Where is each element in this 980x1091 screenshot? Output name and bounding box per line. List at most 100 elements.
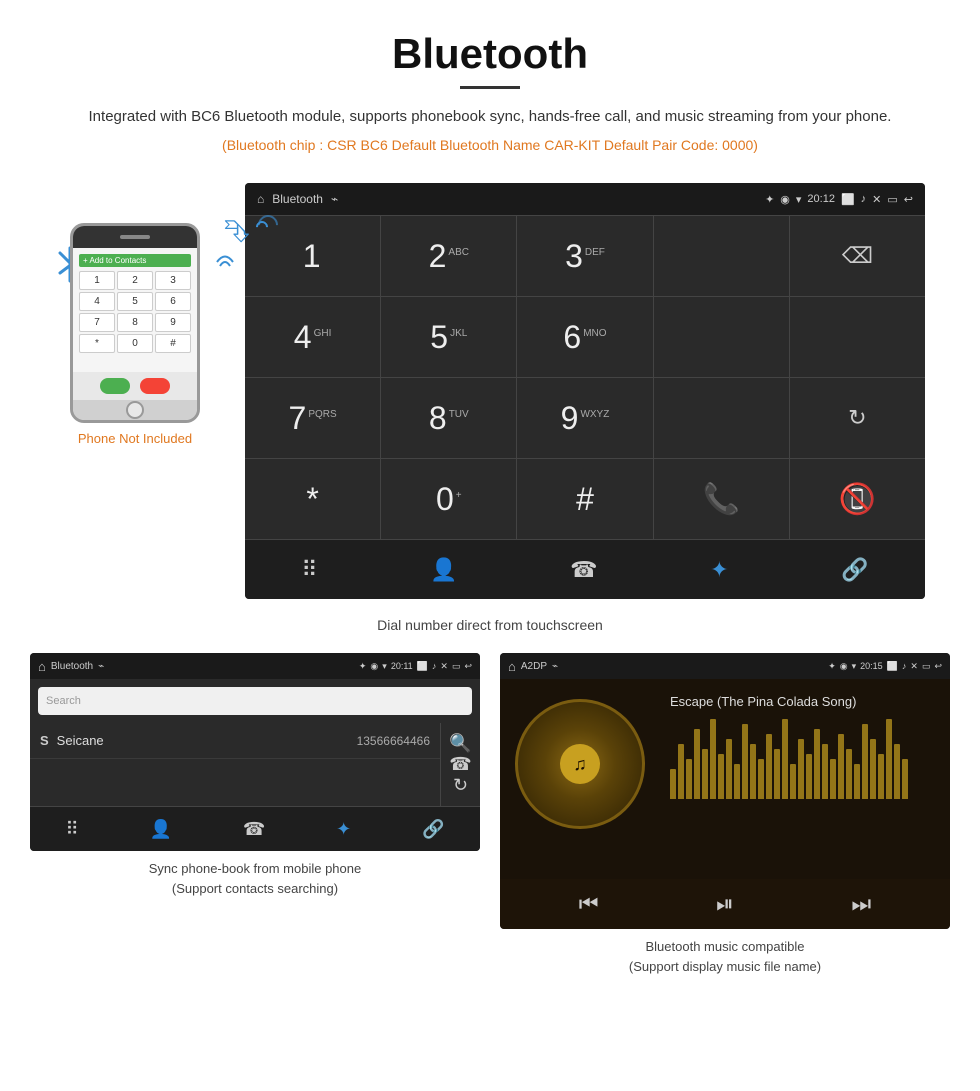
contact-list: S Seicane 13566664466 — [30, 723, 440, 806]
call-icon[interactable]: ☎ — [449, 754, 471, 775]
pb-back[interactable]: ↩ — [464, 661, 472, 672]
album-art: ♫ — [515, 699, 645, 829]
phone-end-btn[interactable] — [140, 378, 170, 394]
pb-home-icon[interactable]: ⌂ — [38, 659, 46, 674]
dial-key-0[interactable]: 0+ — [381, 459, 516, 539]
contacts-icon[interactable]: 👤 — [430, 557, 457, 583]
dial-backspace[interactable]: ⌫ — [790, 216, 925, 296]
bluetooth-icon: ⮷ — [224, 213, 250, 251]
dial-key-2[interactable]: 2ABC — [381, 216, 516, 296]
pb-loc-icon: ◉ — [370, 661, 378, 672]
music-title: A2DP — [521, 661, 547, 672]
phone-home — [73, 400, 197, 420]
pb-vol[interactable]: ♪ — [432, 661, 437, 671]
pb-x[interactable]: ✕ — [440, 661, 448, 672]
song-title: Escape (The Pina Colada Song) — [670, 694, 940, 709]
dial-refresh[interactable]: ↻ — [790, 378, 925, 458]
dial-screen: ⌂ Bluetooth ⌁ ✦ ◉ ▾ 20:12 ⬜ ♪ ✕ ▭ ↩ — [245, 183, 925, 599]
wifi-waves — [205, 248, 240, 288]
music-controls: ⏮ ⏯ ⏭ — [500, 879, 950, 929]
phone-not-included-label: Phone Not Included — [78, 431, 192, 446]
subtitle: Integrated with BC6 Bluetooth module, su… — [0, 105, 980, 129]
main-content: ⮷ — [0, 183, 980, 986]
phone-call-btn[interactable] — [100, 378, 130, 394]
bluetooth-icon-bar[interactable]: ✦ — [710, 557, 728, 583]
pb-link-icon[interactable]: 🔗 — [422, 819, 444, 840]
dial-key-6[interactable]: 6MNO — [517, 297, 652, 377]
dial-key-7[interactable]: 7PQRS — [245, 378, 380, 458]
link-icon[interactable]: 🔗 — [841, 557, 868, 583]
pb-statusbar-left: ⌂ Bluetooth ⌁ — [38, 659, 104, 674]
phone-bottom — [73, 372, 197, 400]
dial-grid: 1 2ABC 3DEF ⌫ 4GHI 5JKL — [245, 215, 925, 539]
music-visualizer — [670, 719, 940, 799]
album-art-inner: ♫ — [560, 744, 600, 784]
contact-item[interactable]: S Seicane 13566664466 — [30, 723, 440, 759]
phone-home-btn[interactable] — [126, 401, 144, 419]
phone-screen: + Add to Contacts 123 456 789 *0# — [73, 248, 197, 372]
signal-icon: ▾ — [796, 193, 802, 206]
pb-cam[interactable]: ⬜ — [417, 661, 428, 672]
music-loc: ◉ — [840, 661, 848, 672]
next-track-btn[interactable]: ⏭ — [851, 891, 871, 917]
music-back[interactable]: ↩ — [934, 661, 942, 672]
dial-key-8[interactable]: 8TUV — [381, 378, 516, 458]
prev-track-btn[interactable]: ⏮ — [579, 891, 599, 917]
pb-bt-icon: ✦ — [359, 661, 367, 672]
contact-letter: S — [40, 733, 49, 748]
dial-key-3[interactable]: 3DEF — [517, 216, 652, 296]
x-icon[interactable]: ✕ — [872, 193, 881, 206]
camera-icon[interactable]: ⬜ — [841, 193, 855, 206]
phonebook-right-sidebar: 🔍 ☎ ↻ — [440, 723, 480, 806]
music-screen-container: ⌂ A2DP ⌁ ✦ ◉ ▾ 20:15 ⬜ ♪ ✕ ▭ ↩ — [500, 653, 950, 976]
music-info: Escape (The Pina Colada Song) — [660, 679, 950, 879]
music-screen-icon[interactable]: ▭ — [922, 661, 931, 672]
dial-call-end[interactable]: 📵 — [790, 459, 925, 539]
music-body: ♫ Escape (The Pina Colada Song) — [500, 679, 950, 879]
pb-phone-icon[interactable]: ☎ — [243, 819, 265, 840]
dial-empty-3 — [790, 297, 925, 377]
phone-mockup-container: ⮷ — [55, 183, 215, 446]
pb-screen[interactable]: ▭ — [452, 661, 461, 672]
phone-mockup: + Add to Contacts 123 456 789 *0# — [70, 223, 200, 423]
dial-key-4[interactable]: 4GHI — [245, 297, 380, 377]
phonebook-statusbar: ⌂ Bluetooth ⌁ ✦ ◉ ▾ 20:11 ⬜ ♪ ✕ ▭ ↩ — [30, 653, 480, 679]
search-input[interactable]: Search — [38, 687, 472, 715]
music-statusbar-left: ⌂ A2DP ⌁ — [508, 659, 558, 674]
pb-bt-bar-icon[interactable]: ✦ — [336, 819, 351, 840]
phonebook-screen: ⌂ Bluetooth ⌁ ✦ ◉ ▾ 20:11 ⬜ ♪ ✕ ▭ ↩ — [30, 653, 480, 851]
keypad-icon[interactable]: ⠿ — [301, 557, 317, 583]
pb-title: Bluetooth — [51, 661, 93, 672]
phone-icon[interactable]: ☎ — [570, 557, 597, 583]
music-statusbar: ⌂ A2DP ⌁ ✦ ◉ ▾ 20:15 ⬜ ♪ ✕ ▭ ↩ — [500, 653, 950, 679]
dial-call-green[interactable]: 📞 — [654, 459, 789, 539]
reload-icon[interactable]: ↻ — [453, 775, 468, 796]
dial-key-hash[interactable]: # — [517, 459, 652, 539]
phonebook-screen-container: ⌂ Bluetooth ⌁ ✦ ◉ ▾ 20:11 ⬜ ♪ ✕ ▭ ↩ — [30, 653, 480, 976]
dial-key-5[interactable]: 5JKL — [381, 297, 516, 377]
music-cam[interactable]: ⬜ — [887, 661, 898, 672]
phonebook-caption: Sync phone-book from mobile phone(Suppor… — [149, 859, 361, 898]
location-icon: ◉ — [780, 193, 790, 206]
dial-statusbar: ⌂ Bluetooth ⌁ ✦ ◉ ▾ 20:12 ⬜ ♪ ✕ ▭ ↩ — [245, 183, 925, 215]
dial-empty-2 — [654, 297, 789, 377]
back-icon[interactable]: ↩ — [904, 193, 913, 206]
pb-keypad-icon[interactable]: ⠿ — [65, 819, 78, 840]
screen-icon[interactable]: ▭ — [887, 193, 897, 206]
phonebook-search-bar: Search — [30, 679, 480, 723]
play-pause-btn[interactable]: ⏯ — [716, 891, 734, 917]
volume-icon[interactable]: ♪ — [861, 193, 867, 205]
dial-key-star[interactable]: * — [245, 459, 380, 539]
home-icon[interactable]: ⌂ — [257, 192, 264, 206]
dial-section: ⮷ — [30, 183, 950, 599]
dial-empty-4 — [654, 378, 789, 458]
search-icon[interactable]: 🔍 — [449, 733, 471, 754]
title-divider — [460, 86, 520, 89]
music-x[interactable]: ✕ — [910, 661, 918, 672]
phone-add-contacts: + Add to Contacts — [79, 254, 191, 267]
dial-key-9[interactable]: 9WXYZ — [517, 378, 652, 458]
music-home-icon[interactable]: ⌂ — [508, 659, 516, 674]
dial-bottom-bar: ⠿ 👤 ☎ ✦ 🔗 — [245, 539, 925, 599]
music-vol[interactable]: ♪ — [902, 661, 907, 671]
pb-contacts-icon[interactable]: 👤 — [150, 819, 172, 840]
